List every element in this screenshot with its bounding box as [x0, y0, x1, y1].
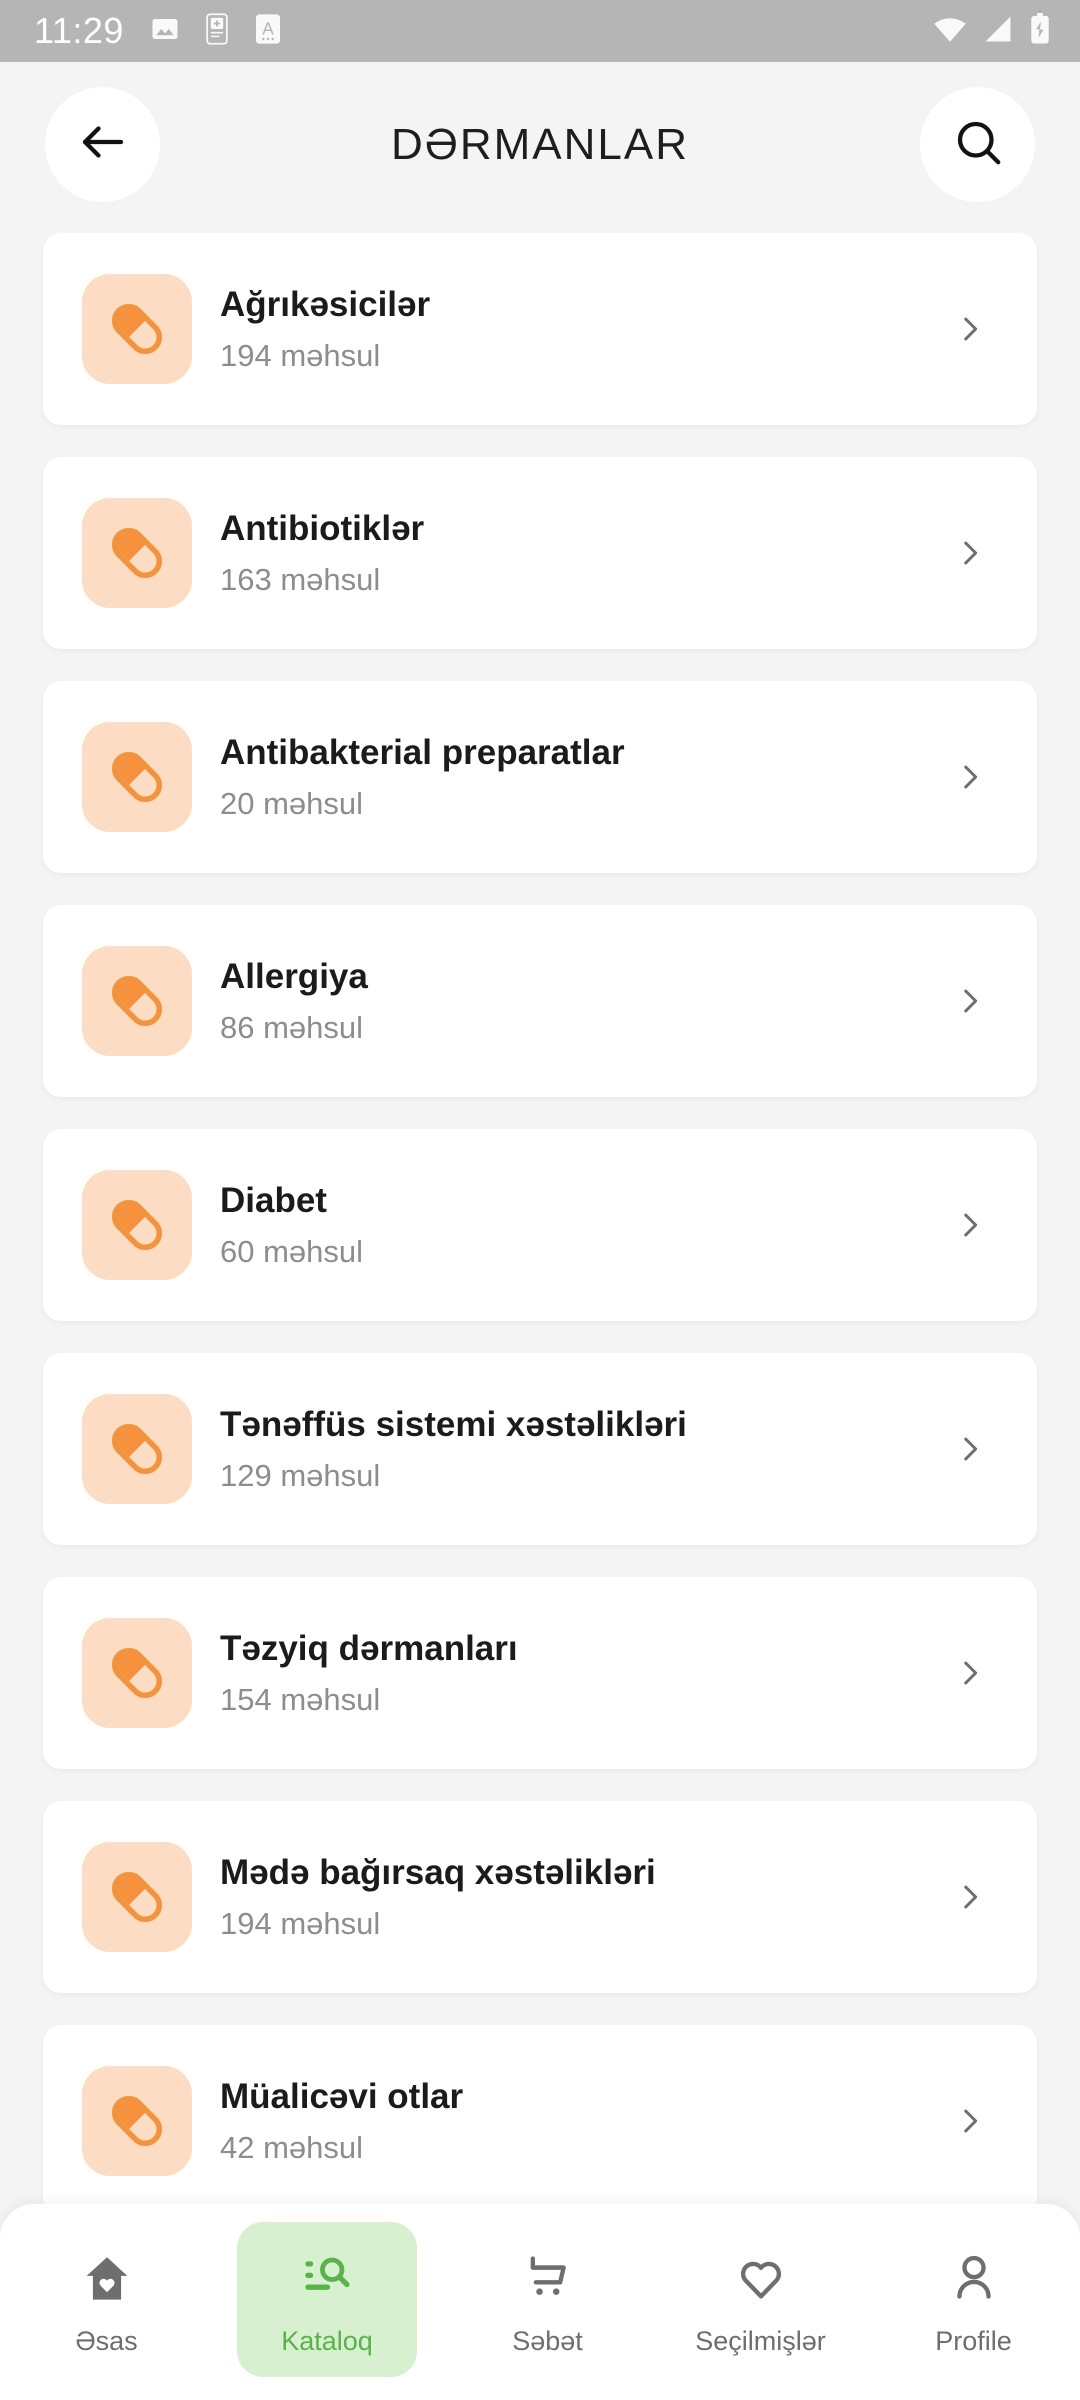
category-title: Antibiotiklər — [220, 508, 425, 548]
chevron-right-icon[interactable] — [953, 1432, 987, 1466]
heart-icon — [735, 2244, 787, 2312]
category-text: Antibakterial preparatlar 20 məhsul — [220, 733, 953, 822]
status-bar-system-icons — [932, 12, 1052, 50]
pill-icon — [82, 274, 192, 384]
category-text: Ağrıkəsicilər 194 məhsul — [220, 285, 953, 374]
category-text: Antibiotiklər 163 məhsul — [220, 509, 953, 598]
app-header: DƏRMANLAR — [0, 62, 1080, 227]
category-text: Təzyiq dərmanları 154 məhsul — [220, 1629, 953, 1718]
category-list[interactable]: Ağrıkəsicilər 194 məhsul Antibiotiklər 163 … — [0, 233, 1080, 2205]
pill-icon — [82, 946, 192, 1056]
pharmacy-app-icon — [202, 12, 232, 50]
category-text: Diabet 60 məhsul — [220, 1181, 953, 1270]
category-product-count: 154 məhsul — [220, 1681, 381, 1717]
nav-item-kataloq[interactable]: Kataloq — [237, 2222, 417, 2377]
nav-item--sas[interactable]: Əsas — [0, 2222, 213, 2377]
category-text: Mədə bağırsaq xəstəlikləri 194 məhsul — [220, 1853, 953, 1942]
chevron-right-icon[interactable] — [953, 1880, 987, 1914]
category-product-count: 20 məhsul — [220, 785, 364, 821]
category-product-count: 60 məhsul — [220, 1233, 364, 1269]
status-bar-clock: 11:29 — [34, 10, 124, 51]
shopping-cart-icon — [522, 2244, 574, 2312]
status-bar: 11:29 A — [0, 0, 1080, 62]
nav-item-label: Səbət — [512, 2326, 583, 2356]
nav-item-profile[interactable]: Profile — [867, 2222, 1080, 2377]
nav-item-label: Əsas — [75, 2326, 138, 2356]
pill-icon — [82, 1170, 192, 1280]
category-title: Ağrıkəsicilər — [220, 284, 431, 324]
app-root: 11:29 A DƏRMANLAR Ağrıkəsicilər 194 məhs… — [0, 0, 1080, 2400]
category-title: Təzyiq dərmanları — [220, 1628, 518, 1668]
page-title: DƏRMANLAR — [390, 119, 690, 169]
nav-item-label: Seçilmişlər — [695, 2326, 826, 2356]
category-card[interactable]: Antibakterial preparatlar 20 məhsul — [43, 681, 1037, 873]
arrow-left-icon — [76, 115, 130, 174]
chevron-right-icon[interactable] — [953, 1208, 987, 1242]
category-product-count: 42 məhsul — [220, 2129, 364, 2165]
image-icon — [150, 14, 180, 49]
category-text: Tənəffüs sistemi xəstəlikləri 129 məhsul — [220, 1405, 953, 1494]
search-icon — [951, 115, 1005, 174]
chevron-right-icon[interactable] — [953, 984, 987, 1018]
category-card[interactable]: Mədə bağırsaq xəstəlikləri 194 məhsul — [43, 1801, 1037, 1993]
category-product-count: 129 məhsul — [220, 1457, 381, 1493]
nav-item-label: Profile — [935, 2326, 1012, 2356]
category-title: Mədə bağırsaq xəstəlikləri — [220, 1852, 656, 1892]
status-bar-notification-icons: A — [150, 12, 282, 50]
pill-icon — [82, 2066, 192, 2176]
category-card[interactable]: Diabet 60 məhsul — [43, 1129, 1037, 1321]
category-card[interactable]: Müalicəvi otlar 42 məhsul — [43, 2025, 1037, 2205]
pill-icon — [82, 1618, 192, 1728]
pill-icon — [82, 1842, 192, 1952]
nav-item-s-b-t[interactable]: Səbət — [441, 2222, 654, 2377]
nav-item-label: Kataloq — [281, 2326, 373, 2356]
chevron-right-icon[interactable] — [953, 2104, 987, 2138]
cellular-signal-icon — [982, 15, 1014, 48]
category-card[interactable]: Allergiya 86 məhsul — [43, 905, 1037, 1097]
battery-charging-icon — [1028, 12, 1052, 50]
wifi-icon — [932, 15, 968, 48]
catalog-search-icon — [301, 2244, 353, 2312]
category-text: Allergiya 86 məhsul — [220, 957, 953, 1046]
category-product-count: 194 məhsul — [220, 337, 381, 373]
category-title: Diabet — [220, 1180, 327, 1220]
category-card[interactable]: Tənəffüs sistemi xəstəlikləri 129 məhsul — [43, 1353, 1037, 1545]
category-text: Müalicəvi otlar 42 məhsul — [220, 2077, 953, 2166]
chevron-right-icon[interactable] — [953, 312, 987, 346]
chevron-right-icon[interactable] — [953, 536, 987, 570]
letter-a-icon: A — [254, 13, 282, 50]
svg-text:A: A — [262, 18, 274, 38]
category-card[interactable]: Təzyiq dərmanları 154 məhsul — [43, 1577, 1037, 1769]
category-title: Allergiya — [220, 956, 368, 996]
home-heart-icon — [81, 2244, 133, 2312]
back-button[interactable] — [45, 87, 160, 202]
person-icon — [948, 2244, 1000, 2312]
pill-icon — [82, 498, 192, 608]
category-title: Antibakterial preparatlar — [220, 732, 625, 772]
nav-item-se-ilmi-l-r[interactable]: Seçilmişlər — [654, 2222, 867, 2377]
category-product-count: 194 məhsul — [220, 1905, 381, 1941]
category-product-count: 86 məhsul — [220, 1009, 364, 1045]
bottom-navigation-bar[interactable]: Əsas Kataloq Səbət Seçilmişlər Profile — [0, 2204, 1080, 2400]
category-product-count: 163 məhsul — [220, 561, 381, 597]
chevron-right-icon[interactable] — [953, 760, 987, 794]
category-title: Tənəffüs sistemi xəstəlikləri — [220, 1404, 687, 1444]
pill-icon — [82, 1394, 192, 1504]
category-card[interactable]: Antibiotiklər 163 məhsul — [43, 457, 1037, 649]
category-card[interactable]: Ağrıkəsicilər 194 məhsul — [43, 233, 1037, 425]
chevron-right-icon[interactable] — [953, 1656, 987, 1690]
category-title: Müalicəvi otlar — [220, 2076, 464, 2116]
pill-icon — [82, 722, 192, 832]
search-button[interactable] — [920, 87, 1035, 202]
